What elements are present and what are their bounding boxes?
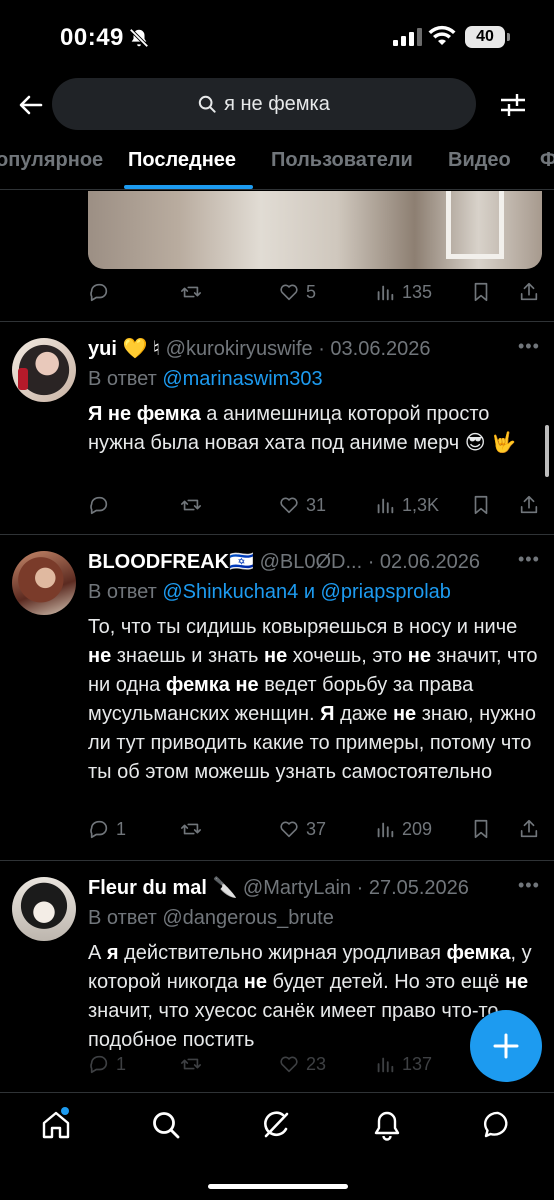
bookmark-icon[interactable]: [470, 281, 492, 303]
compose-button[interactable]: [470, 1010, 542, 1082]
repost-button[interactable]: [180, 281, 208, 303]
author-handle-date[interactable]: @BL0ØD... · 02.06.2026: [254, 551, 480, 573]
reply-button[interactable]: [88, 494, 116, 516]
reply-context: В ответ @marinaswim303: [88, 368, 323, 390]
tab-video[interactable]: Видео: [448, 149, 511, 172]
reply-button[interactable]: 1: [88, 818, 126, 840]
compose-plus-icon: [493, 1033, 519, 1059]
author-name-emoji: 🇮🇱: [229, 551, 255, 573]
explore-icon[interactable]: [150, 1109, 182, 1141]
reply-button[interactable]: [88, 281, 116, 303]
tweet-media-image[interactable]: [88, 191, 542, 269]
tweet-card[interactable]: Fleur du mal 🔪 @MartyLain · 27.05.2026 •…: [0, 861, 554, 1101]
views-icon: [377, 1057, 394, 1073]
like-icon: [280, 497, 298, 514]
back-arrow-icon[interactable]: [14, 88, 48, 122]
search-icon: [198, 95, 216, 113]
tweet-text: То, что ты сидишь ковыряешься в носу и н…: [88, 616, 538, 783]
repost-button[interactable]: [180, 1053, 208, 1075]
author-handle-date[interactable]: @MartyLain · 27.05.2026: [237, 877, 469, 899]
cellular-signal-icon: [393, 28, 422, 46]
share-icon[interactable]: [518, 818, 540, 840]
reply-icon: [90, 820, 108, 839]
reply-icon: [90, 1055, 108, 1074]
repost-icon: [181, 499, 201, 511]
reply-context: В ответ @Shinkuchan4 и @priapsprolab: [88, 581, 451, 603]
views-button[interactable]: 209: [374, 818, 432, 840]
search-header: я не фемка: [0, 78, 554, 132]
avatar[interactable]: [12, 551, 76, 615]
tweet-header: BLOODFREAK🇮🇱 @BL0ØD... · 02.06.2026: [88, 549, 518, 577]
views-icon: [377, 285, 394, 301]
tweet-actions: 5 135: [88, 281, 542, 311]
home-indicator-bar: [208, 1184, 348, 1189]
views-button[interactable]: 135: [374, 281, 432, 303]
repost-icon: [181, 1058, 201, 1070]
reply-icon: [90, 283, 108, 302]
scrollbar[interactable]: [545, 425, 549, 477]
author-name[interactable]: yui: [88, 338, 117, 360]
repost-button[interactable]: [180, 818, 208, 840]
share-icon[interactable]: [518, 281, 540, 303]
filter-sliders-icon[interactable]: [498, 90, 528, 120]
author-name[interactable]: BLOODFREAK: [88, 551, 229, 573]
home-notification-dot: [61, 1107, 69, 1115]
reply-to-link[interactable]: @dangerous_brute: [162, 907, 334, 929]
repost-icon: [181, 823, 201, 835]
reply-context: В ответ @dangerous_brute: [88, 907, 334, 929]
avatar[interactable]: [12, 877, 76, 941]
reply-to-link[interactable]: @Shinkuchan4 и @priapsprolab: [162, 581, 451, 603]
tweet-actions: 1 37 209: [88, 818, 542, 848]
wifi-icon: [428, 25, 456, 45]
like-icon: [280, 1056, 298, 1073]
search-tabs: опулярное Последнее Пользователи Видео Ф: [0, 140, 554, 190]
like-button[interactable]: 5: [278, 281, 316, 303]
author-handle-date[interactable]: @kurokiryuswife · 03.06.2026: [160, 338, 431, 360]
views-icon: [377, 498, 394, 514]
battery-indicator: 40: [465, 26, 510, 48]
tab-latest[interactable]: Последнее: [128, 149, 236, 172]
tweet-header: yui 💛 ♮ @kurokiryuswife · 03.06.2026: [88, 336, 518, 364]
notifications-icon[interactable]: [371, 1109, 403, 1141]
reply-icon: [90, 496, 108, 515]
tweet-header: Fleur du mal 🔪 @MartyLain · 27.05.2026: [88, 875, 518, 903]
reply-to-link[interactable]: @marinaswim303: [162, 368, 322, 390]
like-icon: [280, 821, 298, 838]
reply-button[interactable]: 1: [88, 1053, 126, 1075]
views-button[interactable]: 137: [374, 1053, 432, 1075]
bookmark-icon[interactable]: [470, 818, 492, 840]
tab-popular[interactable]: опулярное: [0, 149, 103, 172]
bookmark-icon[interactable]: [470, 494, 492, 516]
author-name[interactable]: Fleur du mal: [88, 877, 207, 899]
tweet-card[interactable]: yui 💛 ♮ @kurokiryuswife · 03.06.2026 •••…: [0, 322, 554, 534]
bell-off-icon: [129, 28, 149, 48]
status-time: 00:49: [60, 24, 124, 51]
status-bar: 00:49 40: [0, 0, 554, 76]
tweet-actions: 31 1,3K: [88, 494, 542, 524]
grok-icon[interactable]: [260, 1109, 292, 1141]
like-icon: [280, 284, 298, 301]
repost-icon: [181, 286, 201, 298]
tab-photo[interactable]: Ф: [540, 149, 554, 172]
author-name-emoji: 🔪: [206, 877, 238, 899]
tweet-text: Я не фемка а анимешница которой просто н…: [88, 403, 517, 454]
messages-icon[interactable]: [482, 1109, 514, 1141]
views-button[interactable]: 1,3K: [374, 494, 439, 516]
search-query: я не фемка: [224, 92, 330, 115]
views-icon: [377, 822, 394, 838]
author-name-emoji: 💛 ♮: [116, 338, 161, 360]
more-options-icon[interactable]: •••: [518, 336, 540, 357]
repost-button[interactable]: [180, 494, 208, 516]
like-button[interactable]: 37: [278, 818, 326, 840]
like-button[interactable]: 31: [278, 494, 326, 516]
share-icon[interactable]: [518, 494, 540, 516]
search-input[interactable]: я не фемка: [52, 78, 476, 130]
more-options-icon[interactable]: •••: [518, 875, 540, 896]
more-options-icon[interactable]: •••: [518, 549, 540, 570]
active-tab-indicator: [124, 185, 253, 189]
like-button[interactable]: 23: [278, 1053, 326, 1075]
tweet-card[interactable]: BLOODFREAK🇮🇱 @BL0ØD... · 02.06.2026 ••• …: [0, 535, 554, 860]
avatar[interactable]: [12, 338, 76, 402]
tab-people[interactable]: Пользователи: [271, 149, 413, 172]
